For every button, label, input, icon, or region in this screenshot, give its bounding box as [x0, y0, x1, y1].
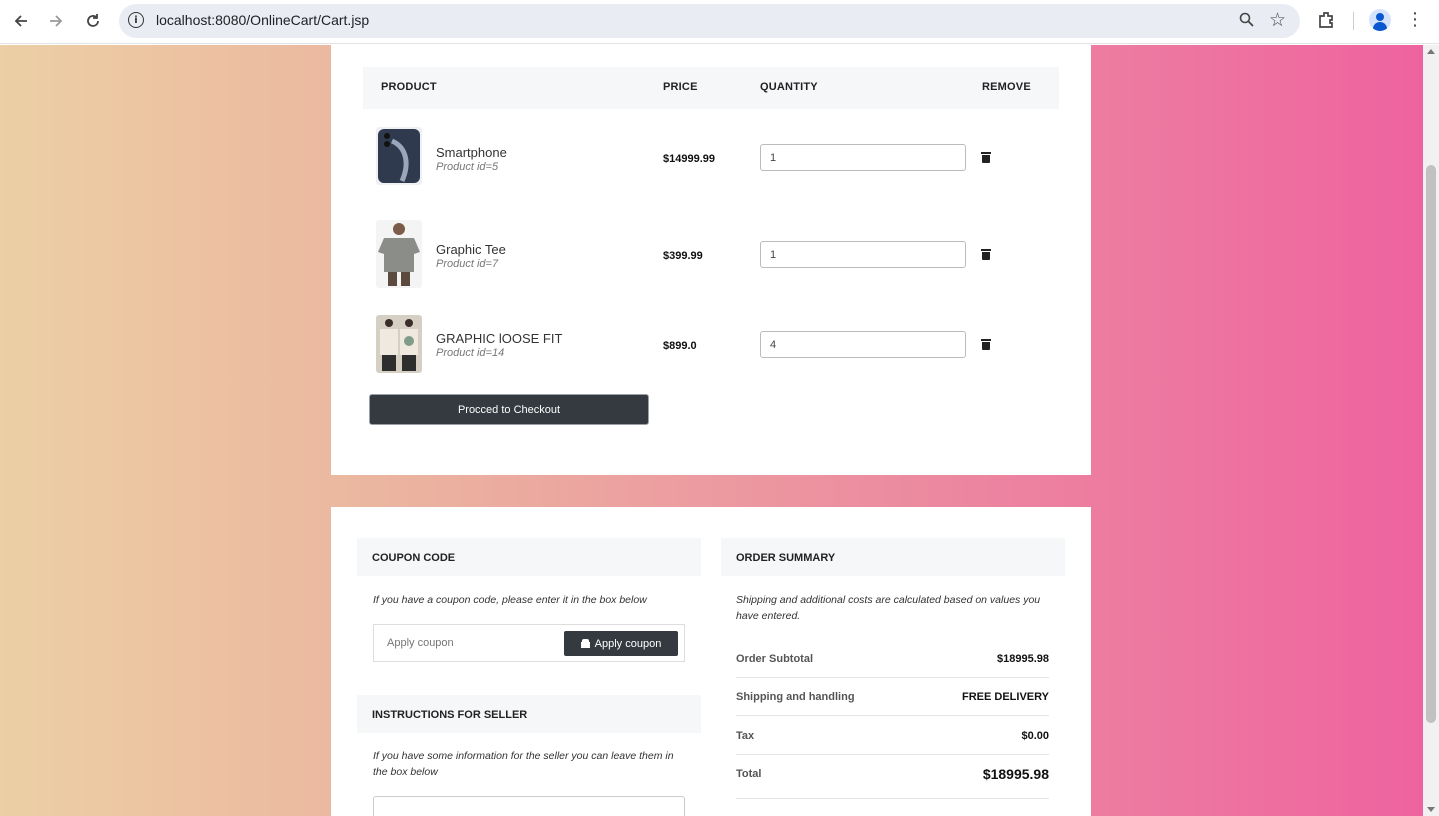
url-text: localhost:8080/OnlineCart/Cart.jsp: [156, 12, 370, 28]
order-summary-title: ORDER SUMMARY: [736, 552, 836, 564]
product-name: Graphic Tee: [436, 242, 506, 257]
checkout-button[interactable]: Procced to Checkout: [369, 394, 649, 425]
apply-coupon-button[interactable]: Apply coupon: [564, 631, 678, 656]
apply-coupon-label: Apply coupon: [594, 637, 662, 650]
coupon-title: COUPON CODE: [372, 552, 456, 564]
scrollbar-thumb[interactable]: [1426, 165, 1436, 723]
instructions-title: INSTRUCTIONS FOR SELLER: [372, 709, 528, 721]
summary-label: Tax: [736, 730, 755, 742]
summary-label: Total: [736, 768, 762, 780]
product-price: $14999.99: [663, 153, 715, 165]
coupon-note: If you have a coupon code, please enter …: [373, 594, 647, 606]
more-menu-icon[interactable]: ⋮: [1406, 9, 1424, 30]
back-icon[interactable]: [8, 8, 34, 34]
browser-toolbar: i localhost:8080/OnlineCart/Cart.jsp ☆ ⋮: [0, 0, 1439, 44]
toolbar-divider: [1353, 12, 1354, 30]
product-image: [376, 127, 422, 185]
gift-icon: [580, 639, 590, 648]
cart-row: GRAPHIC lOOSE FIT Product id=14 $899.0: [363, 311, 1059, 381]
product-name: Smartphone: [436, 145, 507, 160]
seller-instructions-textarea[interactable]: [373, 796, 685, 816]
trash-icon[interactable]: [981, 152, 991, 163]
quantity-input[interactable]: [760, 331, 966, 358]
product-price: $399.99: [663, 250, 703, 262]
summary-label: Shipping and handling: [736, 691, 855, 703]
instructions-note: If you have some information for the sel…: [373, 750, 674, 778]
product-price: $899.0: [663, 340, 697, 352]
reload-icon[interactable]: [80, 8, 106, 34]
scroll-up-icon[interactable]: [1427, 49, 1435, 54]
trash-icon[interactable]: [981, 249, 991, 260]
header-remove: REMOVE: [982, 81, 1031, 93]
coupon-header: COUPON CODE: [357, 538, 701, 576]
address-bar[interactable]: i localhost:8080/OnlineCart/Cart.jsp ☆: [119, 4, 1300, 38]
cart-row: Smartphone Product id=5 $14999.99: [363, 123, 1059, 193]
product-image: [376, 315, 422, 373]
cart-card: PRODUCT PRICE QUANTITY REMOVE Smartphone…: [331, 45, 1091, 475]
quantity-input[interactable]: [760, 241, 966, 268]
header-product: PRODUCT: [381, 81, 437, 93]
scroll-down-icon[interactable]: [1427, 807, 1435, 812]
header-quantity: QUANTITY: [760, 81, 818, 93]
page-background: PRODUCT PRICE QUANTITY REMOVE Smartphone…: [0, 45, 1423, 816]
summary-value: FREE DELIVERY: [962, 691, 1049, 703]
quantity-input[interactable]: [760, 144, 966, 171]
header-price: PRICE: [663, 81, 698, 93]
coupon-form: Apply coupon: [373, 624, 685, 662]
cart-row: Graphic Tee Product id=7 $399.99: [363, 220, 1059, 290]
page-scrollbar[interactable]: [1423, 45, 1439, 816]
summary-label: Order Subtotal: [736, 653, 814, 665]
product-id: Product id=14: [436, 347, 505, 359]
summary-row-subtotal: Order Subtotal $18995.98: [736, 640, 1049, 678]
summary-row-tax: Tax $0.00: [736, 717, 1049, 755]
product-id: Product id=5: [436, 161, 499, 173]
trash-icon[interactable]: [981, 339, 991, 350]
forward-icon[interactable]: [43, 8, 69, 34]
order-summary-note: Shipping and additional costs are calcul…: [736, 594, 1041, 622]
summary-row-total: Total $18995.98: [736, 755, 1049, 799]
summary-value: $18995.98: [997, 653, 1049, 665]
product-image: [376, 220, 422, 288]
extensions-icon[interactable]: [1316, 9, 1338, 31]
product-name: GRAPHIC lOOSE FIT: [436, 331, 563, 346]
product-id: Product id=7: [436, 258, 499, 270]
summary-card: COUPON CODE If you have a coupon code, p…: [331, 507, 1091, 816]
instructions-header: INSTRUCTIONS FOR SELLER: [357, 695, 701, 733]
zoom-icon[interactable]: [1239, 12, 1254, 31]
summary-total-value: $18995.98: [982, 766, 1049, 782]
order-summary-header: ORDER SUMMARY: [721, 538, 1065, 576]
coupon-input[interactable]: [378, 629, 558, 657]
site-info-icon[interactable]: i: [128, 12, 144, 28]
summary-value: $0.00: [1021, 730, 1049, 742]
profile-avatar-icon[interactable]: [1369, 9, 1391, 31]
bookmark-star-icon[interactable]: ☆: [1269, 9, 1286, 31]
summary-row-shipping: Shipping and handling FREE DELIVERY: [736, 678, 1049, 716]
cart-table-header: PRODUCT PRICE QUANTITY REMOVE: [363, 67, 1059, 109]
